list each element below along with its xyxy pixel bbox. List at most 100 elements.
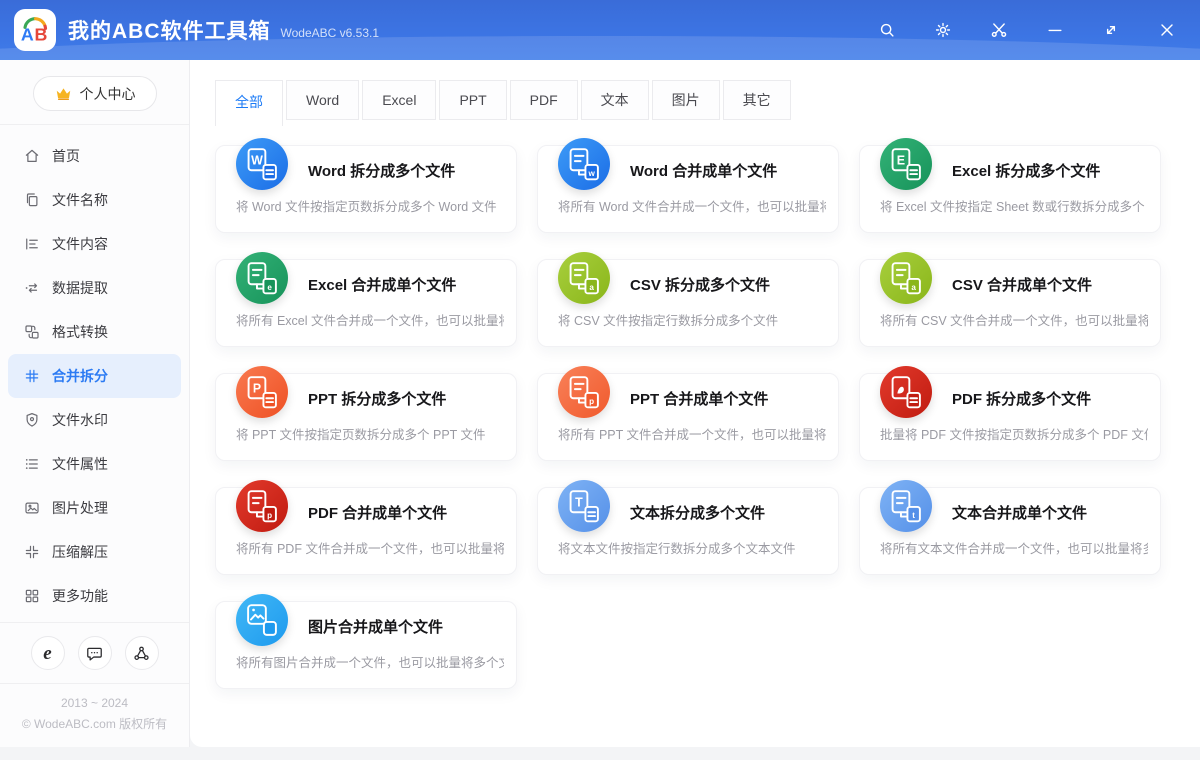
tool-card-icon: [236, 594, 288, 646]
tool-card[interactable]: a CSV 合并成单个文件 将所有 CSV 文件合并成一个文件，也可以批量将多: [859, 259, 1161, 347]
tab-PPT[interactable]: PPT: [439, 80, 506, 120]
close-icon[interactable]: [1156, 19, 1178, 41]
svg-text:T: T: [575, 495, 583, 509]
tool-card-icon: w: [558, 138, 610, 190]
sidebar: 个人中心 首页文件名称文件内容数据提取格式转换合并拆分文件水印文件属性图片处理压…: [0, 60, 190, 747]
sidebar-item-merge-split[interactable]: 合并拆分: [8, 354, 181, 398]
tab-Word[interactable]: Word: [286, 80, 359, 120]
tool-card-icon: P: [236, 366, 288, 418]
sidebar-item-convert[interactable]: 格式转换: [8, 310, 181, 354]
tool-card-description: 将所有 PPT 文件合并成一个文件，也可以批量将多: [558, 424, 826, 443]
sidebar-item-extract[interactable]: 数据提取: [8, 266, 181, 310]
tool-card-icon: p: [558, 366, 610, 418]
tool-card[interactable]: P PPT 拆分成多个文件 将 PPT 文件按指定页数拆分成多个 PPT 文件: [215, 373, 517, 461]
tool-card-description: 将所有 PDF 文件合并成一个文件，也可以批量将多: [236, 538, 504, 557]
properties-icon: [23, 455, 41, 473]
tool-card-icon: a: [558, 252, 610, 304]
sidebar-item-home[interactable]: 首页: [8, 134, 181, 178]
tool-card[interactable]: W Word 拆分成多个文件 将 Word 文件按指定页数拆分成多个 Word …: [215, 145, 517, 233]
tab-图片[interactable]: 图片: [652, 80, 720, 120]
file-name-icon: [23, 191, 41, 209]
tool-card[interactable]: T 文本拆分成多个文件 将文本文件按指定行数拆分成多个文本文件: [537, 487, 839, 575]
tool-card-description: 将 PPT 文件按指定页数拆分成多个 PPT 文件: [236, 424, 504, 443]
tool-card-description: 将所有 CSV 文件合并成一个文件，也可以批量将多: [880, 310, 1148, 329]
svg-text:A: A: [21, 25, 34, 45]
tool-card-description: 将文本文件按指定行数拆分成多个文本文件: [558, 538, 826, 557]
resize-icon[interactable]: [1100, 19, 1122, 41]
tool-card-icon: t: [880, 480, 932, 532]
svg-text:p: p: [267, 511, 272, 520]
tool-card-icon: [880, 366, 932, 418]
network-icon[interactable]: [125, 636, 159, 670]
sidebar-item-label: 更多功能: [52, 586, 108, 606]
titlebar-actions: [876, 19, 1178, 41]
sidebar-item-label: 格式转换: [52, 322, 108, 342]
tool-card-icon: E: [880, 138, 932, 190]
tool-card[interactable]: p PPT 合并成单个文件 将所有 PPT 文件合并成一个文件，也可以批量将多: [537, 373, 839, 461]
watermark-icon: [23, 411, 41, 429]
tool-card-description: 批量将 PDF 文件按指定页数拆分成多个 PDF 文件: [880, 424, 1148, 443]
svg-text:B: B: [34, 25, 47, 45]
tab-PDF[interactable]: PDF: [510, 80, 578, 120]
tool-cards-grid: W Word 拆分成多个文件 将 Word 文件按指定页数拆分成多个 Word …: [215, 145, 1200, 689]
file-content-icon: [23, 235, 41, 253]
sidebar-item-image[interactable]: 图片处理: [8, 486, 181, 530]
minimize-icon[interactable]: [1044, 19, 1066, 41]
crown-icon: [54, 84, 73, 103]
sidebar-item-file-name[interactable]: 文件名称: [8, 178, 181, 222]
tool-card-icon: p: [236, 480, 288, 532]
svg-text:a: a: [589, 283, 594, 292]
tool-card[interactable]: PDF 拆分成多个文件 批量将 PDF 文件按指定页数拆分成多个 PDF 文件: [859, 373, 1161, 461]
copyright-years: 2013 ~ 2024: [0, 693, 189, 714]
app-title: 我的ABC软件工具箱: [68, 15, 271, 45]
tool-card[interactable]: 图片合并成单个文件 将所有图片合并成一个文件，也可以批量将多个文件: [215, 601, 517, 689]
sidebar-item-more[interactable]: 更多功能: [8, 574, 181, 618]
sidebar-footer: e 2013 ~ 2024 © WodeABC.com 版权所有: [0, 622, 189, 747]
sidebar-item-properties[interactable]: 文件属性: [8, 442, 181, 486]
extract-icon: [23, 279, 41, 297]
chat-icon[interactable]: [78, 636, 112, 670]
cut-icon[interactable]: [988, 19, 1010, 41]
sidebar-item-compress[interactable]: 压缩解压: [8, 530, 181, 574]
main-area: 个人中心 首页文件名称文件内容数据提取格式转换合并拆分文件水印文件属性图片处理压…: [0, 60, 1200, 747]
tool-card[interactable]: E Excel 拆分成多个文件 将 Excel 文件按指定 Sheet 数或行数…: [859, 145, 1161, 233]
sidebar-item-label: 压缩解压: [52, 542, 108, 562]
sidebar-item-label: 文件水印: [52, 410, 108, 430]
convert-icon: [23, 323, 41, 341]
sidebar-item-watermark[interactable]: 文件水印: [8, 398, 181, 442]
search-icon[interactable]: [876, 19, 898, 41]
more-icon: [23, 587, 41, 605]
tool-card-description: 将 Word 文件按指定页数拆分成多个 Word 文件: [236, 196, 504, 215]
tool-card[interactable]: w Word 合并成单个文件 将所有 Word 文件合并成一个文件，也可以批量将…: [537, 145, 839, 233]
app-logo: A B: [14, 9, 56, 51]
tool-card[interactable]: e Excel 合并成单个文件 将所有 Excel 文件合并成一个文件，也可以批…: [215, 259, 517, 347]
sidebar-item-file-content[interactable]: 文件内容: [8, 222, 181, 266]
sidebar-item-label: 图片处理: [52, 498, 108, 518]
content-panel: 全部WordExcelPPTPDF文本图片其它 W Word 拆分成多个文件 将…: [190, 60, 1200, 747]
titlebar: A B 我的ABC软件工具箱 WodeABC v6.53.1: [0, 0, 1200, 60]
personal-center-button[interactable]: 个人中心: [33, 76, 157, 111]
sidebar-nav: 首页文件名称文件内容数据提取格式转换合并拆分文件水印文件属性图片处理压缩解压更多…: [0, 125, 189, 618]
tool-card[interactable]: p PDF 合并成单个文件 将所有 PDF 文件合并成一个文件，也可以批量将多: [215, 487, 517, 575]
sidebar-item-label: 文件内容: [52, 234, 108, 254]
tool-card-description: 将所有 Excel 文件合并成一个文件，也可以批量将多: [236, 310, 504, 329]
svg-text:a: a: [911, 283, 916, 292]
personal-center-label: 个人中心: [80, 84, 136, 104]
tool-card[interactable]: a CSV 拆分成多个文件 将 CSV 文件按指定行数拆分成多个文件: [537, 259, 839, 347]
settings-icon[interactable]: [932, 19, 954, 41]
tool-card[interactable]: t 文本合并成单个文件 将所有文本文件合并成一个文件，也可以批量将多: [859, 487, 1161, 575]
tool-card-icon: a: [880, 252, 932, 304]
ie-browser-icon[interactable]: e: [31, 636, 65, 670]
home-icon: [23, 147, 41, 165]
tool-card-icon: e: [236, 252, 288, 304]
tab-其它[interactable]: 其它: [723, 80, 791, 120]
svg-text:p: p: [589, 397, 594, 406]
tab-Excel[interactable]: Excel: [362, 80, 436, 120]
copyright: 2013 ~ 2024 © WodeABC.com 版权所有: [0, 684, 189, 747]
tab-文本[interactable]: 文本: [581, 80, 649, 120]
tab-全部[interactable]: 全部: [215, 80, 283, 126]
compress-icon: [23, 543, 41, 561]
svg-text:e: e: [267, 283, 272, 292]
svg-text:E: E: [897, 153, 905, 167]
svg-text:w: w: [588, 169, 596, 178]
